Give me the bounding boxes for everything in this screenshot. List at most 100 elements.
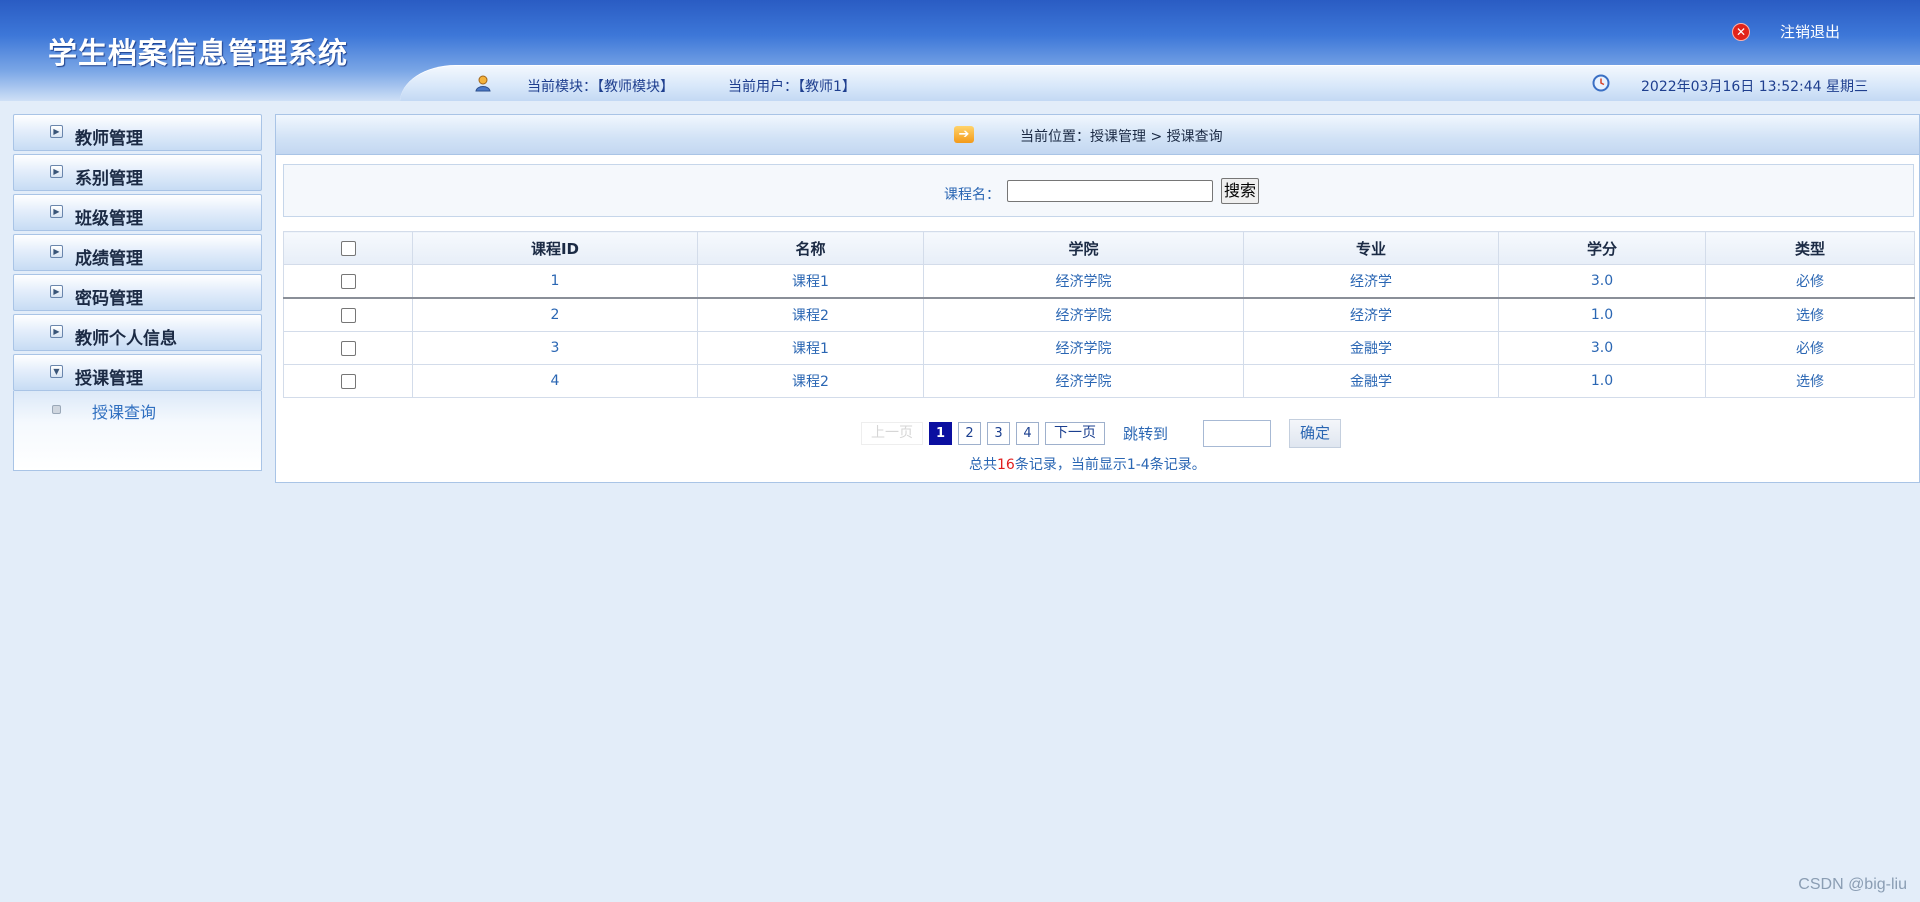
page-button-1[interactable]: 1 xyxy=(929,422,952,445)
sidebar-item-grades[interactable]: ▶ 成绩管理 xyxy=(13,234,262,271)
submenu-item-teaching-query[interactable]: 授课查询 xyxy=(92,399,156,423)
sidebar-item-password[interactable]: ▶ 密码管理 xyxy=(13,274,262,311)
cell-course-id: 4 xyxy=(412,364,698,398)
logout-link[interactable]: 注销退出 xyxy=(1780,21,1840,42)
sidebar-item-label: 授课管理 xyxy=(75,369,143,389)
cell-college: 经济学院 xyxy=(923,364,1244,398)
cell-course-id: 2 xyxy=(412,297,698,332)
expanded-arrow-icon: ▼ xyxy=(50,365,63,378)
sidebar-item-label: 成绩管理 xyxy=(75,249,143,269)
select-all-cell xyxy=(283,231,413,265)
cell-credit: 1.0 xyxy=(1498,297,1706,332)
status-bar: 当前模块：【教师模块】 当前用户：【教师1】 2022年03月16日 13:52… xyxy=(400,65,1920,101)
cell-credit: 1.0 xyxy=(1498,364,1706,398)
table-row: 3 课程1 经济学院 金融学 3.0 必修 xyxy=(283,331,1915,365)
column-header: 学院 xyxy=(923,231,1244,265)
collapsed-arrow-icon: ▶ xyxy=(50,205,63,218)
cell-major: 经济学 xyxy=(1243,264,1499,299)
row-select-cell xyxy=(283,331,413,365)
record-summary: 总共16条记录，当前显示1-4条记录。 xyxy=(969,454,1206,474)
datetime: 2022年03月16日 13:52:44 星期三 xyxy=(1641,79,1869,95)
page-button-4[interactable]: 4 xyxy=(1016,422,1039,445)
row-checkbox[interactable] xyxy=(340,307,356,323)
column-header: 学分 xyxy=(1498,231,1706,265)
row-checkbox[interactable] xyxy=(340,340,356,356)
jump-to-label: 跳转到 xyxy=(1123,425,1169,443)
page-button-2[interactable]: 2 xyxy=(958,422,981,445)
cell-course-name: 课程2 xyxy=(697,364,924,398)
sidebar-item-label: 教师个人信息 xyxy=(75,329,177,349)
row-checkbox[interactable] xyxy=(340,273,356,289)
course-table: 课程ID 名称 学院 专业 学分 类型 1 课程1 经济学院 经济学 3.0 必… xyxy=(283,231,1915,398)
cell-major: 金融学 xyxy=(1243,331,1499,365)
clock-icon xyxy=(1592,74,1610,92)
app-header: 学生档案信息管理系统 ✕ 注销退出 当前模块：【教师模块】 当前用户：【教师1】… xyxy=(0,0,1920,101)
record-count: 16 xyxy=(997,457,1015,473)
cell-credit: 3.0 xyxy=(1498,264,1706,299)
cell-type: 必修 xyxy=(1705,331,1915,365)
cell-college: 经济学院 xyxy=(923,297,1244,332)
sidebar-item-teaching[interactable]: ▼ 授课管理 xyxy=(13,354,262,391)
row-select-cell xyxy=(283,264,413,299)
table-header-row: 课程ID 名称 学院 专业 学分 类型 xyxy=(283,231,1915,265)
confirm-jump-button[interactable]: 确定 xyxy=(1289,419,1342,448)
watermark: CSDN @big-liu xyxy=(1798,876,1907,893)
user-icon xyxy=(475,75,491,92)
sidebar-item-profile[interactable]: ▶ 教师个人信息 xyxy=(13,314,262,351)
summary-suffix: 条记录，当前显示1-4条记录。 xyxy=(1014,457,1206,473)
search-button[interactable]: 搜索 xyxy=(1221,178,1259,204)
cell-type: 选修 xyxy=(1705,364,1915,398)
collapsed-arrow-icon: ▶ xyxy=(50,285,63,298)
cell-major: 金融学 xyxy=(1243,364,1499,398)
column-header: 专业 xyxy=(1243,231,1499,265)
breadcrumb: 当前位置：授课管理 > 授课查询 xyxy=(1020,129,1223,145)
course-name-input[interactable] xyxy=(1007,180,1213,202)
sidebar-item-teacher[interactable]: ▶ 教师管理 xyxy=(13,114,262,151)
sidebar-item-label: 系别管理 xyxy=(75,169,143,189)
select-all-checkbox[interactable] xyxy=(340,241,356,256)
main-panel: ➔ 当前位置：授课管理 > 授课查询 课程名： 搜索 课程ID 名称 学院 专业… xyxy=(275,114,1920,483)
cell-course-id: 1 xyxy=(412,264,698,299)
cell-type: 必修 xyxy=(1705,264,1915,299)
collapsed-arrow-icon: ▶ xyxy=(50,125,63,138)
table-row: 4 课程2 经济学院 金融学 1.0 选修 xyxy=(283,364,1915,398)
jump-page-input[interactable] xyxy=(1203,420,1272,447)
prev-page-button[interactable]: 上一页 xyxy=(861,422,923,445)
logout-area[interactable]: ✕ 注销退出 xyxy=(1731,21,1840,42)
current-module: 当前模块：【教师模块】 xyxy=(527,79,674,95)
close-icon[interactable]: ✕ xyxy=(1731,22,1750,41)
collapsed-arrow-icon: ▶ xyxy=(50,165,63,178)
cell-college: 经济学院 xyxy=(923,331,1244,365)
sidebar-item-class[interactable]: ▶ 班级管理 xyxy=(13,194,262,231)
page-button-3[interactable]: 3 xyxy=(987,422,1010,445)
collapsed-arrow-icon: ▶ xyxy=(50,245,63,258)
pagination: 上一页 1 2 3 4 下一页 跳转到 确定 xyxy=(861,419,1342,448)
row-select-cell xyxy=(283,364,413,398)
arrow-right-icon: ➔ xyxy=(954,126,974,143)
summary-prefix: 总共 xyxy=(969,457,997,473)
table-row: 1 课程1 经济学院 经济学 3.0 必修 xyxy=(283,264,1915,299)
next-page-button[interactable]: 下一页 xyxy=(1045,422,1105,445)
sidebar-item-label: 教师管理 xyxy=(75,129,143,149)
app-title: 学生档案信息管理系统 xyxy=(48,36,349,70)
cell-course-id: 3 xyxy=(412,331,698,365)
breadcrumb-bar: ➔ 当前位置：授课管理 > 授课查询 xyxy=(276,115,1919,155)
sidebar-item-department[interactable]: ▶ 系别管理 xyxy=(13,154,262,191)
search-label: 课程名： xyxy=(944,187,1000,203)
cell-course-name: 课程1 xyxy=(697,331,924,365)
column-header: 名称 xyxy=(697,231,924,265)
submenu-teaching: 授课查询 xyxy=(13,391,262,471)
current-user: 当前用户：【教师1】 xyxy=(728,79,856,95)
cell-college: 经济学院 xyxy=(923,264,1244,299)
sidebar-item-label: 班级管理 xyxy=(75,209,143,229)
sidebar-item-label: 密码管理 xyxy=(75,289,143,309)
column-header: 课程ID xyxy=(412,231,698,265)
column-header: 类型 xyxy=(1705,231,1915,265)
sidebar: ▶ 教师管理 ▶ 系别管理 ▶ 班级管理 ▶ 成绩管理 ▶ 密码管理 ▶ 教师个… xyxy=(13,114,262,471)
row-checkbox[interactable] xyxy=(340,373,356,389)
cell-course-name: 课程2 xyxy=(697,297,924,332)
collapsed-arrow-icon: ▶ xyxy=(50,325,63,338)
search-panel: 课程名： 搜索 xyxy=(283,164,1914,217)
cell-course-name: 课程1 xyxy=(697,264,924,299)
cell-type: 选修 xyxy=(1705,297,1915,332)
